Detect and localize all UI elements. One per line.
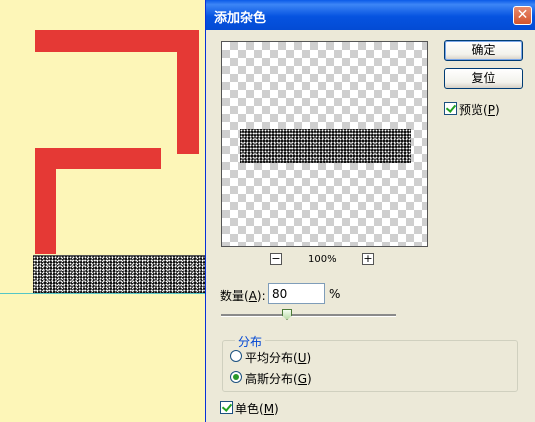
dialog-title: 添加杂色 [214,11,267,26]
amount-unit: % [329,287,341,301]
guide-line [0,293,205,294]
zoom-in-button[interactable]: + [362,253,374,265]
uniform-label[interactable]: 平均分布(U) [245,349,311,366]
noise-strip [33,255,205,294]
amount-input[interactable] [268,283,325,304]
title-bar[interactable]: 添加杂色 ✕ [206,0,535,30]
gaussian-radio[interactable] [230,371,242,383]
amount-slider-thumb[interactable] [282,309,292,320]
preview-pane[interactable] [221,41,428,247]
zoom-controls: − 100% + [270,253,380,269]
amount-slider-track[interactable] [221,314,396,317]
ok-button[interactable]: 确定 [444,40,523,61]
minus-icon: − [271,252,281,265]
gaussian-label[interactable]: 高斯分布(G) [245,370,312,387]
reset-button[interactable]: 复位 [444,68,523,89]
monochromatic-checkbox[interactable] [220,401,233,414]
close-icon: ✕ [516,7,529,23]
close-button[interactable]: ✕ [513,6,532,25]
amount-label: 数量(A): [220,289,266,303]
zoom-out-button[interactable]: − [270,253,282,265]
uniform-radio[interactable] [230,350,242,362]
red-shape-left-leg [35,148,56,254]
add-noise-dialog: 添加杂色 ✕ − 100% + 确定 复位 预览(P) 数量(A): % 分布 … [205,0,535,422]
monochromatic-label[interactable]: 单色(M) [235,400,279,417]
red-shape-right-leg [177,30,199,154]
preview-label[interactable]: 预览(P) [459,101,500,118]
document-canvas[interactable] [0,0,205,422]
preview-checkbox[interactable] [444,102,457,115]
red-shape-top-bar [35,30,199,52]
plus-icon: + [363,252,373,265]
zoom-level: 100% [308,254,337,265]
distribution-legend: 分布 [235,333,266,350]
preview-noise-strip [240,129,411,163]
